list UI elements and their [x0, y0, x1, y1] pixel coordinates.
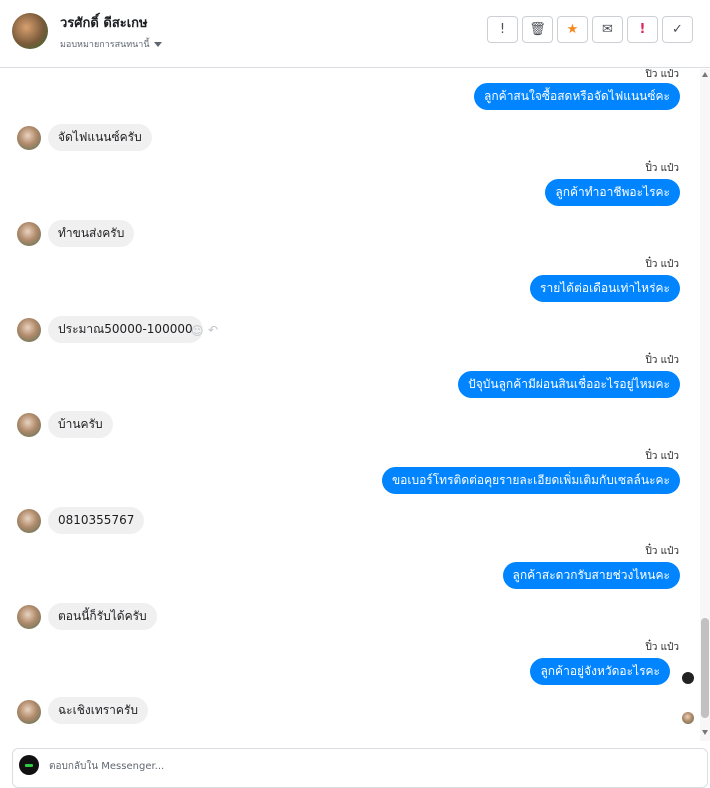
- important-icon: !: [639, 22, 646, 37]
- reply-composer: [12, 748, 708, 788]
- sender-name: ปิ๋ว แป๋ว: [645, 642, 679, 653]
- trash-button[interactable]: 🗑: [522, 16, 553, 43]
- incoming-message[interactable]: 0810355767: [48, 507, 145, 534]
- contact-avatar-small: [17, 318, 41, 342]
- contact-avatar-small: [17, 605, 41, 629]
- scrollbar-thumb[interactable]: [701, 618, 709, 718]
- star-icon: ★: [566, 22, 579, 37]
- outgoing-message[interactable]: รายได้ต่อเดือนเท่าไหร่คะ: [530, 275, 680, 302]
- sender-name: ปิ๋ว แป๋ว: [645, 546, 679, 557]
- page-avatar-icon: [19, 755, 39, 775]
- incoming-message[interactable]: ประมาณ50000-100000: [48, 316, 203, 343]
- page-seen-icon: [682, 672, 694, 684]
- contact-seen-avatar: [682, 712, 694, 724]
- sender-name: ปิ๋ว แป๋ว: [645, 69, 679, 80]
- contact-avatar-small: [17, 222, 41, 246]
- assign-conversation-dropdown[interactable]: มอบหมายการสนทนานี้: [60, 37, 162, 51]
- incoming-message[interactable]: บ้านครับ: [48, 411, 113, 438]
- message-thread[interactable]: ปิ๋ว แป๋ว ลูกค้าสนใจซื้อสดหรือจัดไฟแนนซ์…: [0, 69, 700, 741]
- alert-circle-button[interactable]: !: [487, 16, 518, 43]
- contact-avatar-small: [17, 126, 41, 150]
- contact-avatar-small: [17, 700, 41, 724]
- incoming-message[interactable]: ตอนนี้ก็รับได้ครับ: [48, 603, 157, 630]
- conversation-header: วรศักดิ์ ดีสะเกษ มอบหมายการสนทนานี้ ! 🗑 …: [0, 0, 710, 68]
- react-emoji-icon[interactable]: ☺: [191, 324, 204, 338]
- sender-name: ปิ๋ว แป๋ว: [645, 355, 679, 366]
- incoming-message[interactable]: ฉะเชิงเทราครับ: [48, 697, 149, 724]
- sender-name: ปิ๋ว แป๋ว: [645, 163, 679, 174]
- outgoing-message[interactable]: ลูกค้าสนใจซื้อสดหรือจัดไฟแนนซ์คะ: [474, 83, 680, 110]
- contact-avatar-small: [17, 509, 41, 533]
- scroll-down-arrow-icon[interactable]: [702, 730, 708, 735]
- caret-down-icon: [153, 41, 162, 47]
- outgoing-message[interactable]: ลูกค้าทำอาชีพอะไรคะ: [545, 179, 680, 206]
- alert-circle-icon: !: [499, 22, 506, 37]
- star-button[interactable]: ★: [557, 16, 588, 43]
- check-icon: ✓: [672, 22, 683, 37]
- reply-input[interactable]: [49, 758, 649, 774]
- trash-icon: 🗑: [529, 22, 546, 37]
- contact-avatar-small: [17, 413, 41, 437]
- contact-avatar[interactable]: [12, 13, 48, 49]
- outgoing-message[interactable]: ลูกค้าอยู่จังหวัดอะไรคะ: [530, 658, 670, 685]
- mark-unread-button[interactable]: ✉: [592, 16, 623, 43]
- mail-open-icon: ✉: [602, 22, 613, 37]
- scroll-up-arrow-icon[interactable]: [702, 72, 708, 77]
- sender-name: ปิ๋ว แป๋ว: [645, 451, 679, 462]
- outgoing-message[interactable]: ลูกค้าสะดวกรับสายช่วงไหนคะ: [502, 562, 680, 589]
- outgoing-message[interactable]: ขอเบอร์โทรติดต่อคุยรายละเอียดเพิ่มเติมกั…: [381, 467, 680, 494]
- header-actions: ! 🗑 ★ ✉ ! ✓: [487, 16, 693, 43]
- done-button[interactable]: ✓: [662, 16, 693, 43]
- contact-name[interactable]: วรศักดิ์ ดีสะเกษ: [60, 12, 148, 33]
- incoming-message[interactable]: ทำขนส่งครับ: [48, 220, 135, 247]
- sender-name: ปิ๋ว แป๋ว: [645, 259, 679, 270]
- outgoing-message[interactable]: ปัจุบันลูกค้ามีผ่อนสินเชื่ออะไรอยู่ไหมคะ: [458, 371, 680, 398]
- reply-icon[interactable]: ↶: [208, 323, 218, 337]
- incoming-message[interactable]: จัดไฟแนนซ์ครับ: [48, 124, 152, 151]
- important-button[interactable]: !: [627, 16, 658, 43]
- assign-label: มอบหมายการสนทนานี้: [60, 40, 150, 50]
